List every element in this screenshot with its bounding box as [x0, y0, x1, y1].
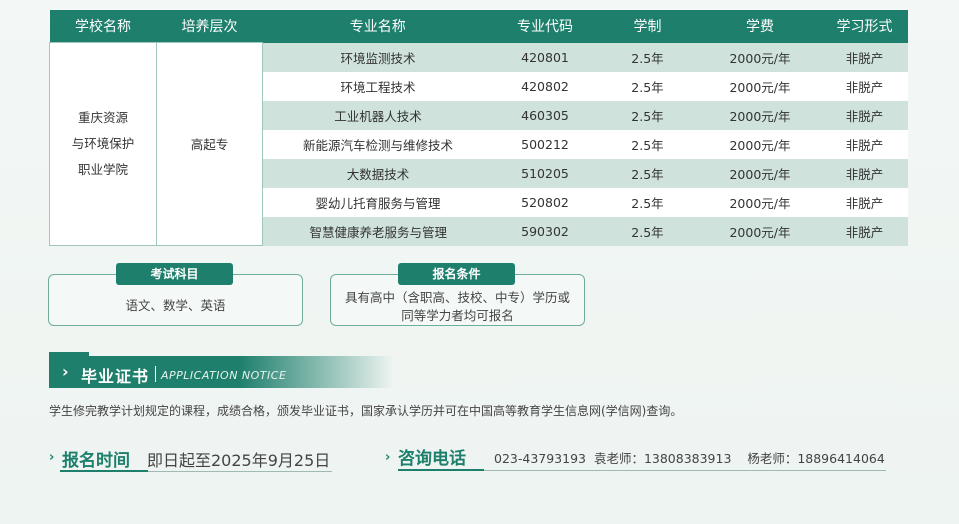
certificate-title: 毕业证书 [81, 367, 150, 386]
certificate-subtitle: APPLICATION NOTICE [161, 369, 287, 382]
contact-underline-accent [398, 469, 484, 471]
chevron-right-icon: › [385, 450, 391, 465]
column-header: 专业代码 [493, 10, 597, 43]
program-table: 学校名称 培养层次 专业名称 专业代码 学制 学费 学习形式 重庆资源 与环境保护 职业学院 高起… [49, 10, 908, 246]
code-cell: 590302 [493, 216, 597, 246]
code-cell: 460305 [493, 100, 597, 130]
chevron-right-icon: › [62, 362, 69, 381]
exam-subjects-text: 语文、数学、英语 [125, 298, 226, 313]
school-name-line: 与环境保护 [71, 136, 135, 151]
major-cell: 婴幼儿托育服务与管理 [262, 187, 494, 217]
registration-conditions-line2: 同等学力者均可报名 [401, 308, 514, 323]
chevron-right-icon: › [49, 450, 55, 465]
code-cell: 520802 [493, 187, 597, 217]
fee-cell: 2000元/年 [698, 216, 822, 246]
mode-cell: 非脱产 [821, 187, 908, 217]
mode-cell: 非脱产 [821, 158, 908, 188]
code-cell: 420801 [493, 42, 597, 72]
years-cell: 2.5年 [596, 71, 699, 101]
contact-label: 咨询电话 [398, 449, 466, 469]
table-row: 重庆资源 与环境保护 职业学院 高起专 环境监测技术 420801 2.5年 2000元/年非… [49, 42, 908, 246]
registration-underline-accent [60, 470, 148, 472]
major-cell: 工业机器人技术 [262, 100, 494, 130]
years-cell: 2.5年 [596, 129, 699, 159]
registration-conditions-title: 报名条件 [398, 263, 515, 285]
fee-cell: 2000元/年 [698, 100, 822, 130]
fee-cell: 2000元/年 [698, 71, 822, 101]
major-cell: 大数据技术 [262, 158, 494, 188]
years-cell: 2.5年 [596, 42, 699, 72]
registration-label: 报名时间 [62, 451, 130, 471]
certificate-notice: 学生修完教学计划规定的课程，成绩合格，颁发毕业证书，国家承认学历并可在中国高等教… [49, 404, 683, 418]
fee-cell: 2000元/年 [698, 42, 822, 72]
banner-divider [155, 366, 156, 382]
mode-cell: 非脱产 [821, 71, 908, 101]
column-header: 学费 [698, 10, 822, 43]
years-cell: 2.5年 [596, 216, 699, 246]
code-cell: 500212 [493, 129, 597, 159]
school-name-line: 重庆资源 [77, 110, 128, 125]
exam-subjects-title: 考试科目 [116, 263, 233, 285]
column-header: 培养层次 [156, 10, 263, 43]
column-header: 学制 [596, 10, 699, 43]
mode-cell: 非脱产 [821, 129, 908, 159]
fee-cell: 2000元/年 [698, 158, 822, 188]
code-cell: 420802 [493, 71, 597, 101]
code-cell: 510205 [493, 158, 597, 188]
fee-cell: 2000元/年 [698, 187, 822, 217]
major-cell: 环境工程技术 [262, 71, 494, 101]
program-table-section: 学校名称 培养层次 专业名称 专业代码 学制 学费 学习形式 重庆资源 与环境保护 职业学院 高起… [49, 10, 908, 246]
mode-cell: 非脱产 [821, 42, 908, 72]
school-name-cell: 重庆资源与环境保护职业学院 [49, 42, 157, 246]
major-cell: 环境监测技术 [262, 42, 494, 72]
school-name-line: 职业学院 [77, 162, 128, 177]
level-cell: 高起专 [156, 42, 263, 246]
registration-conditions-line1: 具有高中（含职高、技校、中专）学历或 [344, 290, 570, 305]
column-header: 专业名称 [262, 10, 494, 43]
fee-cell: 2000元/年 [698, 129, 822, 159]
column-header: 学习形式 [821, 10, 908, 43]
major-cell: 新能源汽车检测与维修技术 [262, 129, 494, 159]
years-cell: 2.5年 [596, 100, 699, 130]
registration-value: 即日起至2025年9月25日 [147, 451, 331, 470]
mode-cell: 非脱产 [821, 216, 908, 246]
years-cell: 2.5年 [596, 187, 699, 217]
table-header-row: 学校名称 培养层次 专业名称 专业代码 学制 学费 学习形式 [49, 10, 908, 43]
contact-value: 023-43793193 袁老师：13808383913 杨老师：1889641… [494, 451, 885, 466]
mode-cell: 非脱产 [821, 100, 908, 130]
major-cell: 智慧健康养老服务与管理 [262, 216, 494, 246]
years-cell: 2.5年 [596, 158, 699, 188]
column-header: 学校名称 [49, 10, 157, 43]
